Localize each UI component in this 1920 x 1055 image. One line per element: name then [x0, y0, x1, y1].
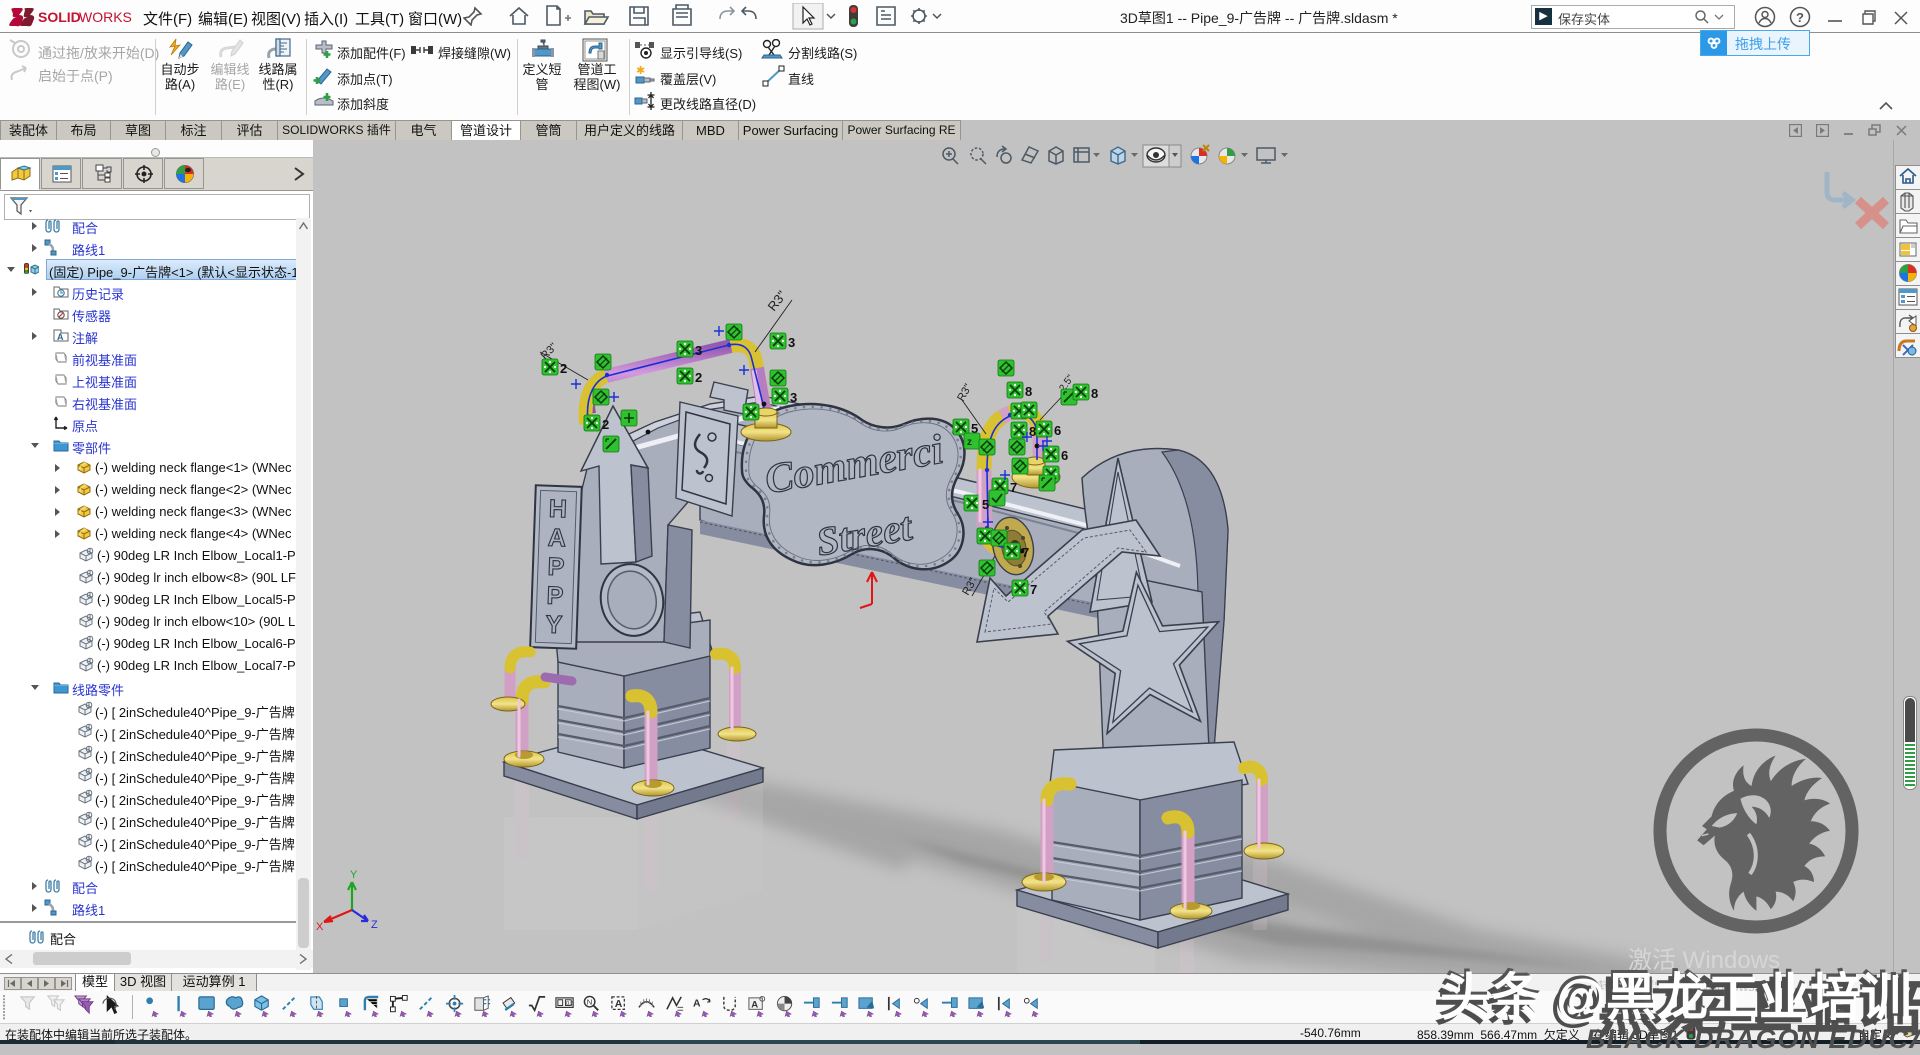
- svg-text:7: 7: [1010, 480, 1017, 495]
- svg-text:A: A: [693, 997, 701, 1009]
- svg-text:Y: Y: [350, 869, 358, 881]
- svg-text:3: 3: [695, 343, 702, 358]
- svg-text:2: 2: [695, 370, 702, 385]
- svg-text:P: P: [546, 582, 564, 611]
- svg-text:6: 6: [1061, 448, 1068, 463]
- svg-text:Y: Y: [545, 611, 563, 640]
- svg-text:7: 7: [1030, 582, 1037, 597]
- svg-text:P: P: [547, 553, 565, 582]
- svg-text:A: A: [751, 999, 758, 1010]
- svg-text:WORKS: WORKS: [79, 9, 132, 25]
- svg-text:0.3: 0.3: [565, 1001, 573, 1007]
- svg-text:2: 2: [602, 417, 609, 432]
- svg-text:?: ?: [1796, 10, 1804, 25]
- svg-text:7: 7: [1022, 545, 1029, 560]
- svg-text:3: 3: [790, 390, 797, 405]
- svg-text:2: 2: [560, 361, 567, 376]
- svg-text:N: N: [587, 998, 593, 1007]
- svg-text:6: 6: [1054, 423, 1061, 438]
- svg-text:3: 3: [788, 335, 795, 350]
- svg-text:H: H: [548, 495, 567, 524]
- svg-text:✱: ✱: [636, 65, 645, 77]
- svg-text:A: A: [614, 998, 622, 1010]
- svg-text:8: 8: [1091, 386, 1098, 401]
- svg-text:X: X: [316, 921, 324, 933]
- svg-text:Z: Z: [371, 919, 378, 931]
- svg-text:SOLID: SOLID: [38, 9, 81, 25]
- svg-text:A: A: [547, 524, 566, 553]
- svg-text:5: 5: [982, 497, 989, 512]
- svg-text:z: z: [967, 437, 972, 448]
- svg-text:8: 8: [1025, 384, 1032, 399]
